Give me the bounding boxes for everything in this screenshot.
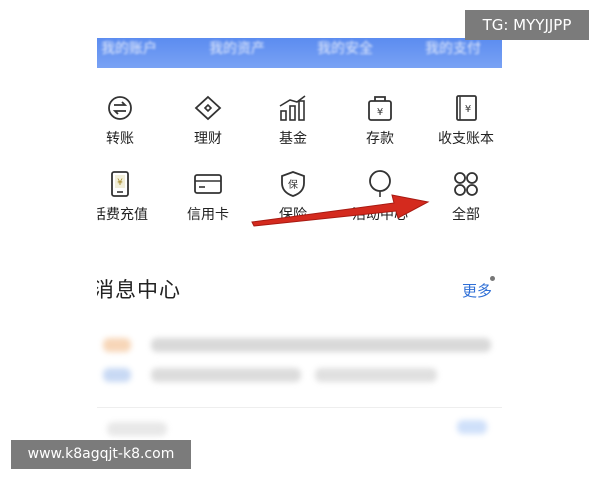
watermark-url: www.k8agqjt-k8.com xyxy=(11,440,191,469)
watermark-tg: TG: MYYJJPP xyxy=(465,10,589,40)
annotation-arrow xyxy=(251,194,430,227)
